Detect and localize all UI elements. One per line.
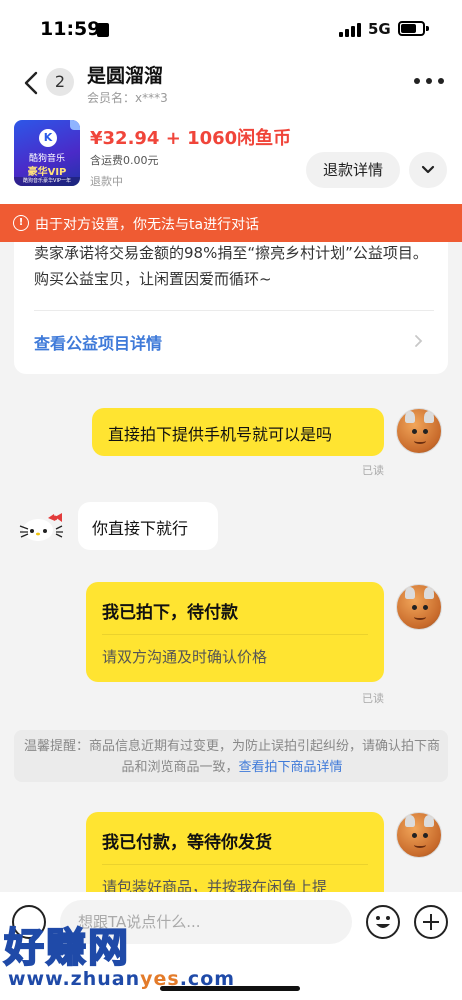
chevron-down-icon — [421, 165, 435, 174]
order-card-unpaid[interactable]: 我已拍下，待付款 请双方沟通及时确认价格 — [86, 582, 384, 682]
plus-icon[interactable] — [414, 905, 448, 939]
shipping-fee: 含运费0.00元 — [90, 154, 159, 167]
focus-mode-icon — [97, 23, 109, 37]
alert-banner: ! 由于对方设置，你无法与ta进行对话 — [0, 204, 462, 242]
product-thumbnail[interactable]: K 酷狗音乐 豪华VIP 酷狗音乐豪华VIP一年 — [14, 120, 80, 186]
charity-details-link[interactable]: 查看公益项目详情 — [34, 330, 162, 354]
card-subtitle: 请双方沟通及时确认价格 — [102, 648, 268, 666]
chevron-right-icon — [415, 335, 423, 347]
card-divider — [102, 634, 368, 635]
charity-divider — [34, 310, 434, 311]
avatar[interactable] — [396, 584, 442, 630]
message-bubble-self[interactable]: 直接拍下提供手机号就可以是吗 — [92, 408, 384, 456]
avatar[interactable] — [396, 812, 442, 858]
chat-header: 2 是圆溜溜 会员名：x***3 — [0, 56, 462, 112]
status-bar: 11:59 5G — [0, 0, 462, 56]
hello-kitty-avatar[interactable] — [18, 512, 64, 544]
refund-details-button[interactable]: 退款详情 — [306, 152, 400, 188]
thumb-vip-label: 豪华VIP — [27, 167, 67, 178]
thumb-corner — [70, 120, 80, 130]
network-type: 5G — [368, 20, 391, 38]
product-bar: K 酷狗音乐 豪华VIP 酷狗音乐豪华VIP一年 ¥32.94 + 1060闲鱼… — [0, 112, 462, 204]
expand-button[interactable] — [409, 152, 447, 188]
tip-body: 温馨提醒：商品信息近期有过变更，为防止误拍引起纠纷，请确认拍下商品和浏览商品一致… — [24, 739, 441, 775]
tip-details-link[interactable]: 查看拍下商品详情 — [239, 760, 343, 775]
emoji-icon[interactable] — [366, 905, 400, 939]
back-icon[interactable] — [22, 71, 40, 95]
order-status: 退款中 — [90, 175, 123, 188]
read-receipt: 已读 — [362, 692, 384, 705]
warm-tip-box: 温馨提醒：商品信息近期有过变更，为防止误拍引起纠纷，请确认拍下商品和浏览商品一致… — [14, 730, 448, 782]
product-price: ¥32.94 + 1060闲鱼币 — [90, 128, 292, 149]
status-time: 11:59 — [40, 18, 101, 40]
member-name: 会员名：x***3 — [87, 91, 168, 105]
more-icon[interactable] — [414, 78, 444, 86]
read-receipt: 已读 — [362, 464, 384, 477]
battery-icon — [398, 21, 425, 36]
unread-count-badge[interactable]: 2 — [46, 68, 74, 96]
card-title: 我已付款，等待你发货 — [102, 833, 272, 853]
battery-tip — [426, 26, 429, 31]
message-bubble-other[interactable]: 你直接下就行 — [78, 502, 218, 550]
message-text: 直接拍下提供手机号就可以是吗 — [108, 425, 333, 444]
chat-title: 是圆溜溜 — [87, 65, 164, 87]
card-divider — [102, 864, 368, 865]
home-indicator — [160, 986, 300, 991]
charity-text: 卖家承诺将交易金额的98%捐至“擦亮乡村计划”公益项目。购买公益宝贝，让闲置因爱… — [34, 244, 428, 288]
card-title: 我已拍下，待付款 — [102, 603, 238, 623]
charity-card: 卖家承诺将交易金额的98%捐至“擦亮乡村计划”公益项目。购买公益宝贝，让闲置因爱… — [14, 230, 448, 374]
info-icon: ! — [13, 215, 29, 231]
message-text: 你直接下就行 — [92, 519, 189, 538]
kugou-logo-icon: K — [39, 129, 57, 147]
avatar[interactable] — [396, 408, 442, 454]
watermark-logo: 好赚网 — [3, 924, 130, 972]
thumb-strip: 酷狗音乐豪华VIP一年 — [14, 177, 80, 186]
tip-text: 温馨提醒：商品信息近期有过变更，为防止误拍引起纠纷，请确认拍下商品和浏览商品一致… — [24, 736, 440, 778]
alert-text: 由于对方设置，你无法与ta进行对话 — [35, 217, 260, 233]
signal-icon — [339, 23, 361, 37]
smile-face-icon — [376, 916, 390, 928]
